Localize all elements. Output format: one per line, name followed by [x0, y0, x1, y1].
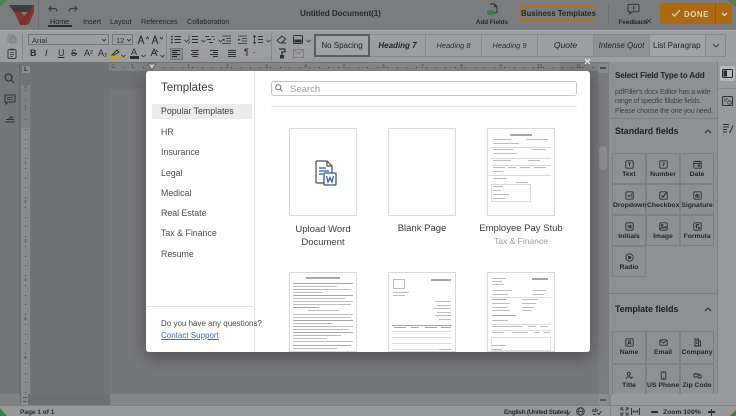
svg-text:ab: ab [592, 408, 598, 414]
